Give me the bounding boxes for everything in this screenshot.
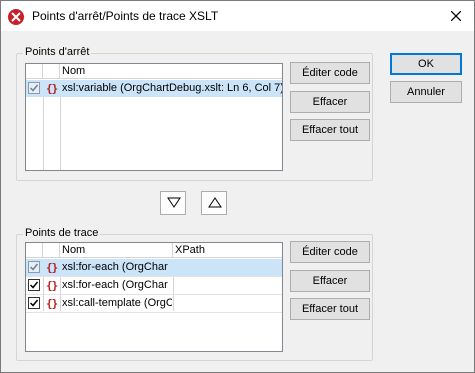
tracepoint-checkbox[interactable] — [28, 279, 40, 291]
tracepoint-checkbox[interactable] — [28, 297, 40, 309]
checkmark-icon — [30, 299, 38, 307]
row-divider — [26, 312, 282, 313]
arrow-up-icon — [208, 197, 222, 208]
tracepoint-checkbox[interactable] — [28, 261, 40, 273]
tracepoint-xpath[interactable] — [175, 295, 281, 312]
arrow-down-icon — [167, 197, 181, 208]
tracepoint-row[interactable]: {} xsl:for-each (OrgChar — [26, 277, 282, 294]
cancel-button[interactable]: Annuler — [390, 81, 462, 103]
tracepoint-xpath[interactable] — [175, 277, 281, 294]
tracepoints-list-header: Nom XPath — [26, 243, 282, 258]
breakpoints-group-label: Points d'arrêt — [23, 46, 92, 58]
header-icon-col — [43, 243, 60, 258]
breakpoint-checkbox[interactable] — [28, 82, 40, 94]
breakpoint-row[interactable]: {} xsl:variable (OrgChartDebug.xslt: Ln … — [26, 80, 282, 97]
close-icon — [451, 11, 461, 21]
tracepoint-delete-all-button[interactable]: Effacer tout — [290, 298, 370, 320]
tracepoint-name: xsl:for-each (OrgChar — [62, 261, 168, 273]
breakpoint-name: xsl:variable (OrgChartDebug.xslt: Ln 6, … — [62, 82, 282, 94]
title-bar: Points d'arrêt/Points de trace XSLT — [1, 1, 474, 31]
move-up-button[interactable] — [201, 191, 227, 215]
column-header-name[interactable]: Nom — [60, 243, 173, 258]
xslt-debugger-icon — [8, 9, 24, 25]
header-checkbox-col — [26, 243, 43, 258]
xsl-instruction-icon: {} — [46, 297, 58, 310]
tracepoints-list[interactable]: Nom XPath {} xsl:for-each (OrgChar {} xs… — [25, 242, 283, 352]
checkmark-icon — [30, 84, 38, 92]
move-down-button[interactable] — [160, 191, 186, 215]
window-title: Points d'arrêt/Points de trace XSLT — [32, 9, 219, 23]
tracepoint-row[interactable]: {} xsl:for-each (OrgChar — [26, 259, 282, 276]
xsl-instruction-icon: {} — [46, 82, 58, 95]
ok-button[interactable]: OK — [390, 53, 462, 75]
tracepoint-edit-code-button[interactable]: Éditer code — [290, 241, 370, 263]
breakpoint-edit-code-button[interactable]: Éditer code — [290, 62, 370, 84]
breakpoints-list[interactable]: Nom {} xsl:variable (OrgChartDebug.xslt:… — [25, 63, 283, 171]
dialog-window: Points d'arrêt/Points de trace XSLT Poin… — [0, 0, 475, 373]
xsl-instruction-icon: {} — [46, 261, 58, 274]
checkmark-icon — [30, 281, 38, 289]
tracepoint-row[interactable]: {} xsl:call-template (OrgC — [26, 295, 282, 312]
column-header-xpath[interactable]: XPath — [173, 243, 282, 258]
tracepoint-name: xsl:for-each (OrgChar — [62, 279, 168, 291]
tracepoint-name: xsl:call-template (OrgC — [62, 297, 172, 309]
header-checkbox-col — [26, 64, 43, 79]
tracepoints-group-label: Points de trace — [23, 227, 101, 239]
breakpoint-delete-button[interactable]: Effacer — [290, 91, 370, 113]
close-button[interactable] — [438, 1, 474, 31]
header-icon-col — [43, 64, 60, 79]
checkmark-icon — [30, 263, 38, 271]
column-header-name[interactable]: Nom — [60, 64, 282, 79]
breakpoint-delete-all-button[interactable]: Effacer tout — [290, 119, 370, 141]
xsl-instruction-icon: {} — [46, 279, 58, 292]
tracepoint-delete-button[interactable]: Effacer — [290, 270, 370, 292]
breakpoints-list-header: Nom — [26, 64, 282, 79]
tracepoint-xpath[interactable] — [175, 259, 281, 276]
